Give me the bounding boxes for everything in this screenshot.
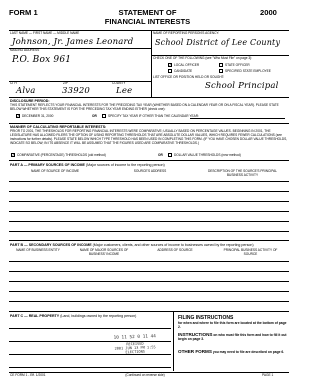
state-officer-checkbox[interactable]: [219, 63, 223, 67]
name-value[interactable]: Johnson, Jr. James Leonard: [12, 37, 133, 47]
part-a-bottom: [9, 240, 289, 241]
specified-employee-label: SPECIFIED STATE EMPLOYEE: [225, 68, 271, 73]
part-c-row-line: [9, 354, 171, 355]
part-b-col-activity: PRINCIPAL BUSINESS ACTIVITY OF SOURCE: [223, 248, 278, 256]
form-page: FORM 1 STATEMENT OF FINANCIAL INTERESTS …: [0, 0, 298, 386]
part-a-col-activity: DESCRIPTION OF THE SOURCE'S PRINCIPAL BU…: [207, 169, 278, 177]
received-stamp: 10 11 52 0 11 44 RECEIVED 2001 JUN 13 PM…: [103, 334, 168, 355]
part-a-heading: PART A — PRIMARY SOURCES OF INCOME (Majo…: [10, 163, 165, 167]
part-a-row-line: [9, 201, 289, 202]
part-b-col-sources: NAME OF MAJOR SOURCES OF BUSINESS' INCOM…: [79, 248, 129, 256]
form-title-line1: STATEMENT OF: [118, 8, 177, 17]
other-tax-year-checkbox[interactable]: [102, 114, 106, 118]
manner-text: PRIOR TO 2001, THE THRESHOLDS FOR REPORT…: [10, 129, 288, 145]
agency-value[interactable]: School District of Lee County: [155, 38, 280, 47]
mailing-value[interactable]: P.O. Box 961: [12, 55, 71, 65]
manner-or: OR: [158, 152, 163, 157]
position-label: LIST OFFICE OR POSITION HELD OR SOUGHT:: [153, 75, 225, 79]
dollar-value-checkbox[interactable]: [168, 153, 172, 157]
dollar-value-label: DOLLAR VALUE THRESHOLDS (new method): [174, 152, 241, 157]
check-one-label: CHECK ONE OF THE FOLLOWING (see "Who Mus…: [153, 56, 253, 60]
city-value[interactable]: Alva: [16, 86, 36, 96]
filer-agency-divider: [151, 31, 152, 97]
candidate-label: CANDIDATE: [174, 68, 193, 73]
zip-value[interactable]: 33920: [62, 86, 90, 96]
part-b-row-line: [9, 271, 289, 272]
part-b-note: (Major customers, clients, and other sou…: [92, 243, 254, 247]
part-b-row-line: [9, 301, 289, 302]
position-value[interactable]: School Principal: [205, 81, 279, 91]
form-year: 2000: [260, 8, 277, 17]
part-a-header-rule: [9, 181, 289, 182]
part-a-title: PART A — PRIMARY SOURCES OF INCOME: [10, 163, 85, 167]
part-b-row-line: [9, 291, 289, 292]
part-a-row-line: [9, 221, 289, 222]
disclosure-or: OR: [92, 113, 97, 118]
comparative-label: COMPARATIVE (PERCENTAGE) THRESHOLDS (old…: [17, 152, 106, 157]
mailing-underline: [9, 81, 151, 82]
part-b-col-address: ADDRESS OF SOURCE: [157, 248, 193, 252]
candidate-checkbox[interactable]: [168, 69, 172, 73]
form-title-line2: FINANCIAL INTERESTS: [104, 17, 191, 26]
mailing-label: MAILING ADDRESS: [10, 48, 40, 52]
name-label: LAST NAME — FIRST NAME — MIDDLE NAME: [10, 31, 80, 35]
disclosure-bottom: [9, 123, 289, 124]
part-a-row-line: [9, 231, 289, 232]
part-c-row-line: [9, 328, 171, 329]
county-value[interactable]: Lee: [116, 86, 132, 96]
comparative-checkbox[interactable]: ✓: [11, 153, 15, 157]
state-officer-label: STATE OFFICER: [225, 62, 250, 67]
part-a-col-address: SOURCE'S ADDRESS: [133, 169, 167, 173]
manner-bottom: [9, 160, 289, 161]
other-forms-text: you may need to file are described on pa…: [212, 350, 285, 354]
instructions-box: FILING INSTRUCTIONS for when and where t…: [173, 312, 290, 371]
part-a-col-name: NAME OF SOURCE OF INCOME: [31, 169, 79, 173]
part-a-row-line: [9, 211, 289, 212]
filing-text: for when and where to file this form are…: [178, 321, 287, 329]
part-c-title: PART C — REAL PROPERTY: [10, 314, 60, 318]
local-officer-checkbox[interactable]: ✓: [168, 63, 172, 67]
specified-employee-checkbox[interactable]: [219, 69, 223, 73]
local-officer-label: LOCAL OFFICER: [174, 62, 200, 67]
other-forms-instructions: OTHER FORMS you may need to file are des…: [178, 349, 288, 354]
part-a-note: (Major sources of income to the reportin…: [85, 163, 165, 167]
stamp-line1: 10 11 52 0 11 44: [113, 334, 156, 341]
other-tax-year-line: [190, 118, 285, 119]
footer-form-id: CE FORM 1 - Eff. 1/2001: [10, 373, 46, 377]
part-b-heading: PART B — SECONDARY SOURCES OF INCOME (Ma…: [10, 243, 254, 247]
other-forms-heading: OTHER FORMS: [178, 349, 212, 354]
who-must-file-instructions: INSTRUCTIONS on who must file this form …: [178, 332, 288, 341]
disclosure-text: THIS STATEMENT REFLECTS YOUR FINANCIAL I…: [10, 103, 279, 111]
other-tax-year-label: SPECIFY TAX YEAR IF OTHER THAN THE CALEN…: [108, 113, 199, 118]
filing-instructions: FILING INSTRUCTIONS for when and where t…: [178, 315, 288, 329]
part-b-header-rule: [9, 261, 289, 262]
footer-continued: (Continued on reverse side): [125, 373, 165, 377]
december-31-label: DECEMBER 31, 2000: [22, 113, 54, 118]
filer-block-bottom: [9, 97, 289, 98]
part-c-heading: PART C — REAL PROPERTY (Land, buildings …: [10, 314, 136, 318]
footer-page: PAGE 1: [262, 373, 274, 377]
part-b-row-line: [9, 281, 289, 282]
part-b-col-entity: NAME OF BUSINESS ENTITY: [16, 248, 60, 252]
part-b-title: PART B — SECONDARY SOURCES OF INCOME: [10, 243, 92, 247]
form-label: FORM 1: [9, 8, 38, 17]
part-a-row-line: [9, 191, 289, 192]
agency-label: NAME OF REPORTING PERSON'S AGENCY:: [153, 31, 220, 35]
part-c-note: (Land, buildings owned by the reporting …: [60, 314, 137, 318]
december-31-checkbox[interactable]: ✓: [16, 114, 20, 118]
part-c-row-line: [9, 367, 171, 368]
